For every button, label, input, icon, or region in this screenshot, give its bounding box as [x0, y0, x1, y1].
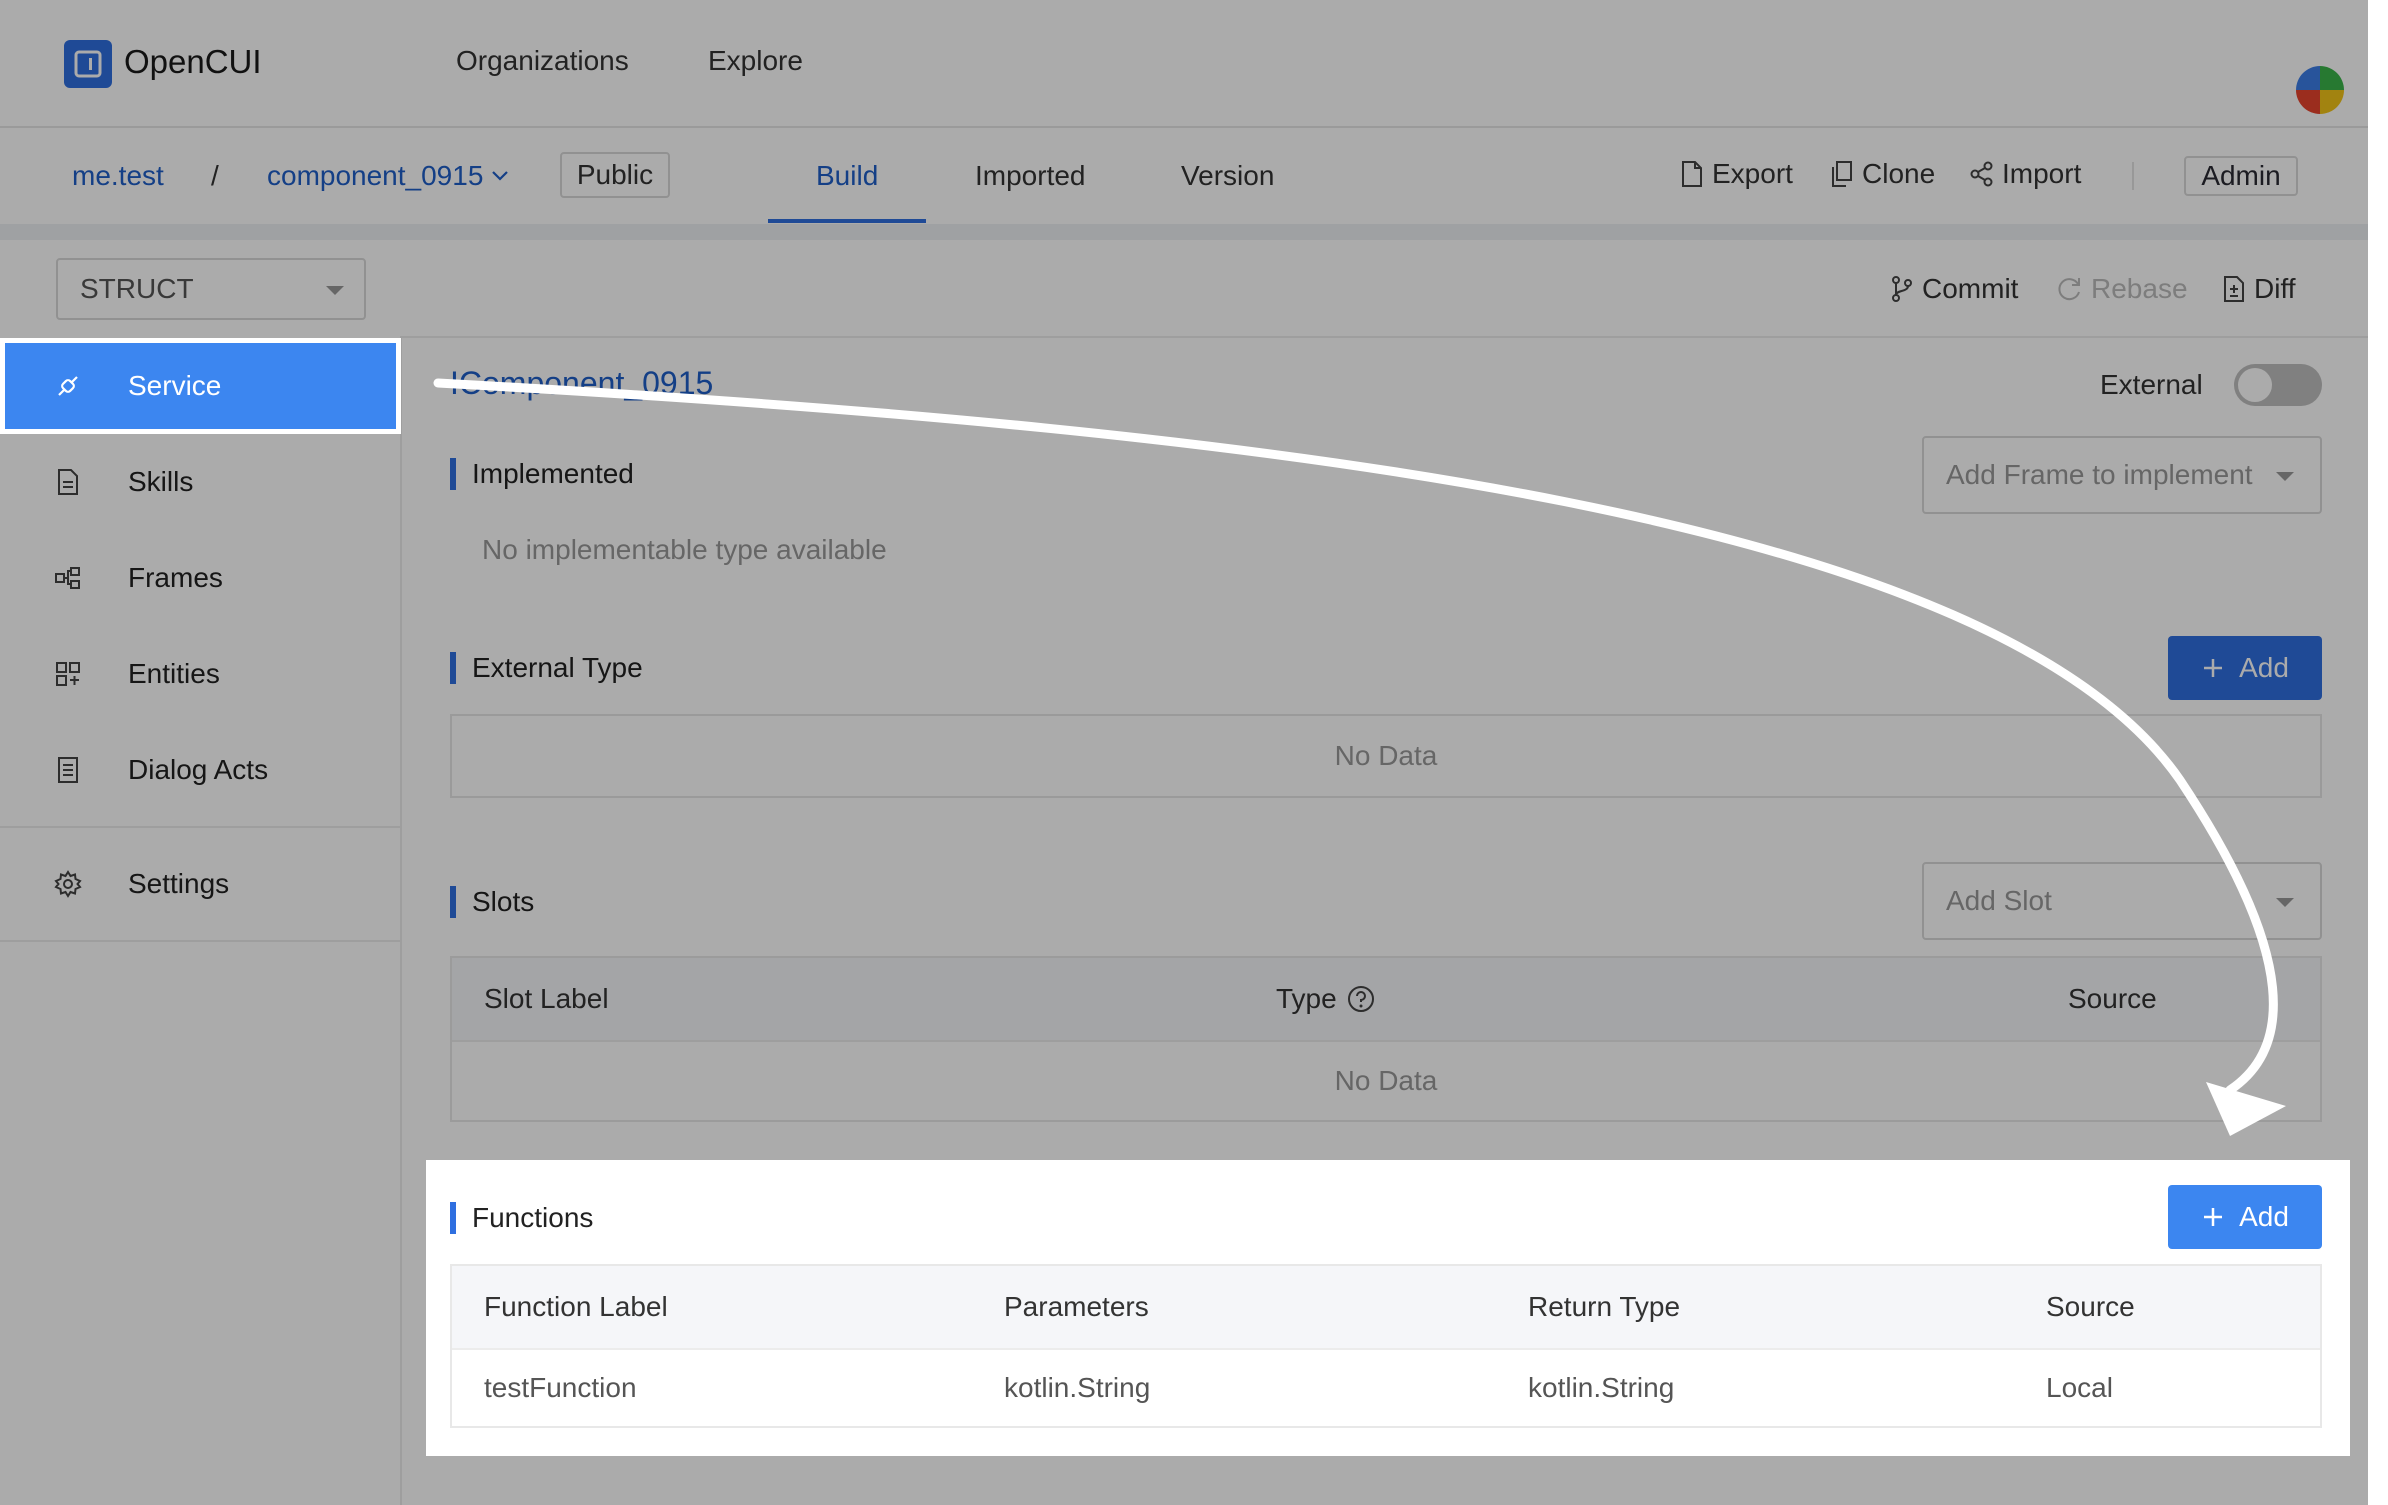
add-function-button[interactable]: Add	[2168, 1185, 2322, 1249]
add-label: Add	[2239, 1201, 2289, 1232]
scrollbar[interactable]	[2368, 0, 2388, 1505]
column-header: Source	[2046, 1291, 2135, 1322]
functions-table: Function Label Parameters Return Type So…	[450, 1264, 2322, 1428]
overlay-dim	[0, 0, 2368, 1160]
section-accent	[450, 1202, 456, 1234]
return-type-cell: kotlin.String	[1528, 1372, 1675, 1403]
function-label-cell[interactable]: testFunction	[484, 1372, 637, 1404]
overlay-dim	[2350, 1160, 2368, 1456]
functions-title: Functions	[472, 1202, 594, 1233]
functions-table-header: Function Label Parameters Return Type So…	[452, 1266, 2320, 1350]
overlay-dim	[0, 1160, 426, 1456]
column-header: Return Type	[1528, 1291, 1681, 1322]
column-header: Parameters	[1004, 1291, 1149, 1322]
highlight-frame	[0, 338, 401, 434]
source-cell: Local	[2046, 1372, 2113, 1403]
plus-icon	[2201, 1205, 2225, 1229]
column-header: Function Label	[484, 1291, 668, 1322]
overlay-dim	[0, 1456, 2368, 1505]
table-row[interactable]: testFunction kotlin.String kotlin.String…	[452, 1348, 2320, 1428]
parameters-cell: kotlin.String	[1004, 1372, 1151, 1403]
